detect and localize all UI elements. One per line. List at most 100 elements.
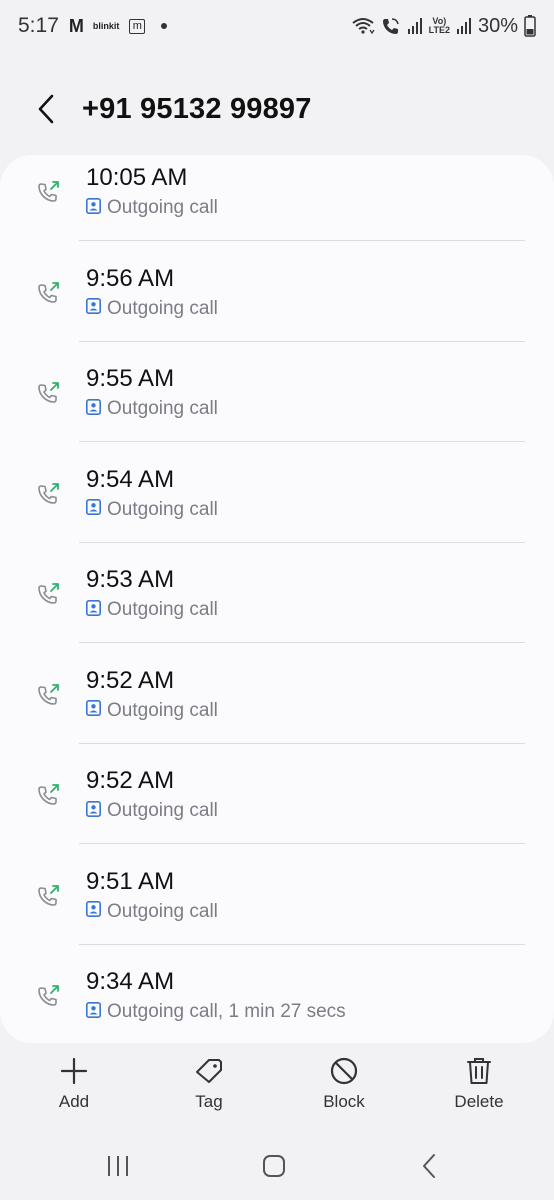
wifi-calling-icon: [382, 18, 399, 34]
call-details: 9:55 AM Outgoing call: [86, 365, 218, 420]
recents-icon: [108, 1156, 128, 1176]
call-details: 9:34 AM Outgoing call, 1 min 27 secs: [86, 968, 346, 1023]
call-time: 9:52 AM: [86, 767, 175, 794]
call-subline: Outgoing call: [86, 800, 218, 822]
tag-icon: [196, 1059, 222, 1083]
recents-button[interactable]: [88, 1148, 148, 1184]
call-time: 9:51 AM: [86, 867, 175, 895]
add-label: Add: [58, 1092, 90, 1111]
divider: [79, 943, 525, 945]
call-type: Outgoing call: [107, 297, 218, 319]
add-icon: [60, 1057, 88, 1085]
back-arrow-icon: [38, 94, 54, 124]
call-subline: Outgoing call: [86, 599, 218, 621]
delete-icon: [467, 1058, 491, 1084]
delete-button[interactable]: Delete: [429, 1056, 529, 1112]
divider: [79, 441, 525, 442]
call-subline: Outgoing call: [86, 398, 218, 420]
lte-indicator: Vo) LTE2: [428, 16, 450, 35]
outgoing-call-icon: [36, 883, 62, 909]
back-nav-icon: [423, 1154, 435, 1178]
divider: [79, 240, 525, 241]
call-subline: Outgoing call, 1 min 27 secs: [86, 1001, 346, 1023]
call-time: 9:55 AM: [86, 365, 175, 392]
call-subline: Outgoing call: [86, 700, 218, 722]
call-details: 9:54 AM Outgoing call: [86, 466, 218, 521]
add-button[interactable]: Add: [24, 1056, 124, 1112]
contact-icon: [86, 599, 101, 621]
call-time: 9:34 AM: [86, 968, 175, 995]
call-type: Outgoing call: [107, 197, 218, 218]
call-details: 9:53 AM Outgoing call: [86, 566, 218, 621]
call-details: 9:52 AM Outgoing call: [86, 767, 218, 822]
divider: [79, 843, 525, 844]
call-time: 9:52 AM: [86, 666, 175, 694]
call-details: 10:05 AM Outgoing call: [86, 164, 218, 219]
call-subline: Outgoing call: [86, 499, 218, 521]
blinkit-icon: blinkit: [92, 21, 120, 31]
app-box-icon: m: [129, 18, 146, 34]
outgoing-call-icon: [36, 682, 62, 708]
contact-icon: [86, 197, 101, 219]
wifi-icon: [352, 18, 375, 35]
outgoing-call-icon: [36, 481, 62, 507]
call-time: 9:56 AM: [86, 264, 175, 292]
notification-dot-icon: [161, 23, 168, 29]
outgoing-call-icon: [36, 782, 62, 808]
battery-percent: 30%: [477, 14, 518, 37]
block-button[interactable]: Block: [294, 1056, 394, 1112]
home-button[interactable]: [244, 1148, 304, 1184]
call-time: 10:05 AM: [86, 164, 188, 191]
outgoing-call-icon: [36, 380, 62, 406]
call-type: Outgoing call: [107, 398, 218, 419]
navigation-bar: [0, 1136, 554, 1200]
block-icon: [330, 1057, 358, 1085]
signal-2-icon: [456, 18, 471, 34]
call-type: Outgoing call: [107, 498, 218, 520]
call-type: Outgoing call: [107, 900, 218, 922]
call-subline: Outgoing call: [86, 298, 218, 320]
signal-icon: [407, 18, 422, 34]
divider: [79, 541, 525, 543]
back-nav-button[interactable]: [400, 1148, 460, 1184]
outgoing-call-icon: [36, 280, 62, 306]
page-title: +91 95132 99897: [82, 92, 312, 125]
call-subline: Outgoing call: [86, 901, 218, 923]
block-label: Block: [323, 1092, 365, 1111]
divider: [79, 742, 525, 744]
call-details: 9:52 AM Outgoing call: [86, 667, 218, 722]
call-log-row[interactable]: 9:34 AM Outgoing call, 1 min 27 secs: [0, 959, 554, 1043]
contact-icon: [86, 700, 101, 721]
back-button[interactable]: [16, 79, 76, 139]
status-bar: 5:17 M blinkit m Vo) LTE2 30%: [0, 0, 554, 52]
tag-label: Tag: [195, 1092, 223, 1111]
delete-label: Delete: [454, 1092, 504, 1111]
contact-icon: [86, 1001, 101, 1023]
contact-icon: [86, 901, 101, 922]
tag-button[interactable]: Tag: [159, 1056, 259, 1112]
call-history-list: 10:05 AM Outgoing call 9:56 AM Outgoing cal…: [0, 155, 554, 1043]
contact-icon: [86, 800, 101, 822]
call-type: Outgoing call: [107, 800, 218, 821]
call-type: Outgoing call: [107, 699, 218, 721]
status-time: 5:17: [18, 14, 59, 37]
call-type: Outgoing call, 1 min 27 secs: [107, 1001, 346, 1022]
outgoing-call-icon: [36, 581, 62, 607]
action-bar: Add Tag Block Delete: [0, 1050, 554, 1130]
contact-icon: [86, 298, 101, 319]
battery-icon: [524, 15, 536, 37]
call-time: 9:54 AM: [86, 465, 175, 493]
divider: [79, 340, 525, 342]
contact-icon: [86, 499, 101, 520]
home-icon: [263, 1155, 285, 1177]
divider: [79, 642, 525, 643]
call-subline: Outgoing call: [86, 197, 218, 219]
outgoing-call-icon: [36, 983, 62, 1009]
app-m-icon: M: [68, 15, 84, 36]
call-details: 9:51 AM Outgoing call: [86, 868, 218, 923]
outgoing-call-icon: [36, 179, 62, 205]
header: +91 95132 99897: [0, 78, 554, 140]
call-time: 9:53 AM: [86, 566, 175, 593]
call-details: 9:56 AM Outgoing call: [86, 265, 218, 320]
contact-icon: [86, 398, 101, 420]
